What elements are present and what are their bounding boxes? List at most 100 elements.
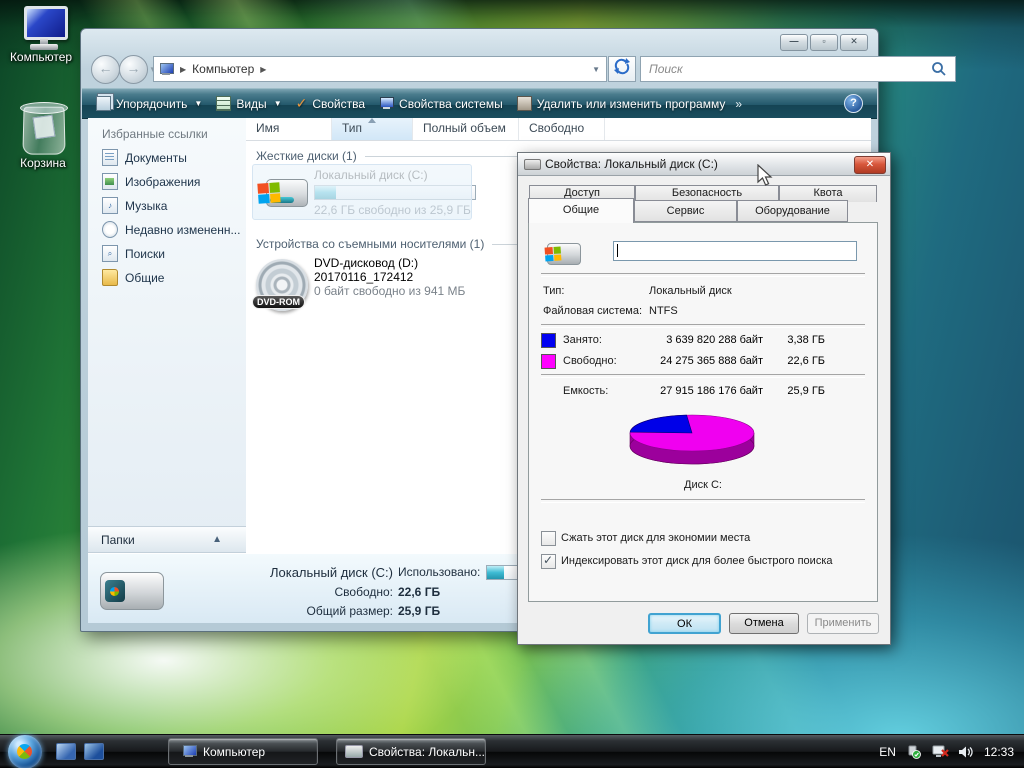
tab-hardware[interactable]: Оборудование bbox=[737, 200, 848, 222]
capacity-size: 25,9 ГБ bbox=[769, 385, 825, 397]
window-controls: — ▫ ✕ bbox=[780, 34, 868, 51]
favorite-links-header: Избранные ссылки bbox=[102, 127, 246, 141]
column-spacer bbox=[605, 118, 871, 140]
capacity-bytes: 27 915 186 176 байт bbox=[639, 385, 763, 397]
desktop-icon-computer[interactable]: Компьютер bbox=[6, 6, 76, 64]
dialog-close-button[interactable]: ✕ bbox=[854, 156, 886, 174]
index-disk-checkbox[interactable]: ✓ bbox=[541, 554, 556, 569]
column-type[interactable]: Тип bbox=[332, 118, 413, 140]
system-properties-button[interactable]: Свойства системы bbox=[379, 97, 503, 111]
used-legend-swatch bbox=[541, 333, 556, 348]
address-bar[interactable]: ▶ Компьютер ▶ ▼ bbox=[153, 56, 607, 82]
recycle-bin-icon bbox=[18, 100, 68, 156]
security-status-icon[interactable] bbox=[906, 745, 922, 759]
drive-icon bbox=[345, 745, 363, 758]
computer-icon bbox=[18, 6, 64, 50]
volume-label-input[interactable] bbox=[613, 241, 857, 261]
maximize-button[interactable]: ▫ bbox=[810, 34, 838, 51]
search-placeholder: Поиск bbox=[649, 62, 931, 76]
tab-general[interactable]: Общие bbox=[528, 198, 634, 223]
desktop-icon-recycle-bin[interactable]: Корзина bbox=[8, 100, 78, 170]
taskbar-button-computer[interactable]: Компьютер bbox=[168, 738, 318, 765]
pictures-icon bbox=[102, 173, 118, 190]
tab-tools[interactable]: Сервис bbox=[634, 200, 737, 222]
details-total-value: 25,9 ГБ bbox=[398, 604, 440, 618]
breadcrumb-location[interactable]: Компьютер bbox=[192, 62, 254, 76]
organize-button[interactable]: Упорядочить▼ bbox=[96, 96, 202, 111]
index-disk-label: Индексировать этот диск для более быстро… bbox=[561, 555, 833, 567]
separator bbox=[541, 499, 865, 503]
text-caret bbox=[617, 244, 618, 257]
program-icon bbox=[517, 96, 532, 111]
free-bytes: 24 275 365 888 байт bbox=[639, 355, 763, 367]
help-button[interactable]: ? bbox=[844, 94, 863, 113]
close-button[interactable]: ✕ bbox=[840, 34, 868, 51]
column-free-space[interactable]: Свободно bbox=[519, 118, 605, 140]
computer-icon bbox=[159, 63, 174, 76]
navigation-pane: Избранные ссылки Документы Изображения ♪… bbox=[88, 118, 247, 553]
language-indicator[interactable]: EN bbox=[879, 745, 896, 759]
quicklaunch-switch-windows-icon[interactable] bbox=[84, 743, 104, 760]
minimize-button[interactable]: — bbox=[780, 34, 808, 51]
uninstall-program-button[interactable]: Удалить или изменить программу bbox=[517, 96, 726, 111]
column-total-size[interactable]: Полный объем bbox=[413, 118, 519, 140]
details-free-value: 22,6 ГБ bbox=[398, 585, 440, 599]
disk-usage-pie-chart bbox=[617, 407, 767, 471]
used-bytes: 3 639 820 288 байт bbox=[639, 334, 763, 346]
sidebar-item-documents[interactable]: Документы bbox=[102, 149, 246, 166]
compress-disk-checkbox[interactable] bbox=[541, 531, 556, 546]
pie-chart-label: Диск C: bbox=[529, 479, 877, 491]
dialog-titlebar[interactable]: Свойства: Локальный диск (C:) ✕ bbox=[518, 153, 890, 176]
separator bbox=[541, 273, 865, 277]
drive-properties-icon bbox=[524, 158, 540, 170]
monitor-icon bbox=[379, 97, 394, 110]
volume-icon[interactable] bbox=[958, 745, 974, 759]
sidebar-item-pictures[interactable]: Изображения bbox=[102, 173, 246, 190]
clock-icon bbox=[102, 221, 118, 238]
sidebar-item-music[interactable]: ♪ Музыка bbox=[102, 197, 246, 214]
sidebar-item-recent[interactable]: Недавно измененн... bbox=[102, 221, 246, 238]
network-status-icon[interactable] bbox=[932, 745, 948, 759]
breadcrumb-arrow-icon[interactable]: ▶ bbox=[180, 65, 186, 74]
folders-band[interactable]: Папки ▲ bbox=[88, 526, 246, 553]
ok-button[interactable]: ОК bbox=[648, 613, 721, 634]
forward-button[interactable]: → bbox=[119, 55, 148, 84]
sidebar-item-searches[interactable]: ⌕ Поиски bbox=[102, 245, 246, 262]
desktop: Компьютер Корзина — ▫ ✕ ← → ▼ ▶ Компьюте… bbox=[0, 0, 1024, 768]
properties-dialog: Свойства: Локальный диск (C:) ✕ Доступ Б… bbox=[517, 152, 891, 645]
used-label: Занято: bbox=[563, 334, 602, 346]
column-name[interactable]: Имя bbox=[246, 118, 332, 140]
properties-button[interactable]: ✓ Свойства bbox=[296, 95, 365, 112]
views-icon bbox=[216, 96, 231, 111]
free-legend-swatch bbox=[541, 354, 556, 369]
details-used-label: Использовано: bbox=[398, 565, 480, 580]
search-input[interactable]: Поиск bbox=[640, 56, 956, 82]
computer-icon bbox=[182, 745, 197, 758]
refresh-button[interactable] bbox=[608, 56, 636, 82]
views-button[interactable]: Виды▼ bbox=[216, 96, 281, 111]
apply-button[interactable]: Применить bbox=[807, 613, 879, 634]
hard-drive-icon bbox=[258, 173, 306, 211]
hard-drive-icon-large bbox=[100, 568, 166, 612]
folder-icon bbox=[102, 269, 118, 286]
taskbar-button-properties[interactable]: Свойства: Локальн... bbox=[336, 738, 486, 765]
start-button[interactable] bbox=[8, 735, 42, 768]
details-free-label: Свободно: bbox=[173, 585, 393, 599]
search-folder-icon: ⌕ bbox=[102, 245, 118, 262]
command-toolbar: Упорядочить▼ Виды▼ ✓ Свойства Свойства с… bbox=[82, 88, 877, 119]
dialog-title: Свойства: Локальный диск (C:) bbox=[545, 157, 718, 171]
checkmark-icon: ✓ bbox=[543, 553, 553, 567]
sidebar-item-public[interactable]: Общие bbox=[102, 269, 246, 286]
search-icon[interactable] bbox=[931, 61, 947, 77]
quicklaunch-show-desktop-icon[interactable] bbox=[56, 743, 76, 760]
general-tab-panel: Тип: Локальный диск Файловая система: NT… bbox=[528, 222, 878, 602]
chevron-up-icon: ▲ bbox=[212, 534, 222, 545]
taskbar: Компьютер Свойства: Локальн... EN bbox=[0, 734, 1024, 768]
breadcrumb-arrow-icon[interactable]: ▶ bbox=[260, 65, 266, 74]
address-dropdown-icon[interactable]: ▼ bbox=[592, 65, 600, 74]
back-button[interactable]: ← bbox=[91, 55, 120, 84]
type-value: Локальный диск bbox=[649, 285, 732, 297]
toolbar-overflow-button[interactable]: » bbox=[735, 97, 742, 111]
cancel-button[interactable]: Отмена bbox=[729, 613, 799, 634]
taskbar-clock[interactable]: 12:33 bbox=[984, 745, 1014, 759]
